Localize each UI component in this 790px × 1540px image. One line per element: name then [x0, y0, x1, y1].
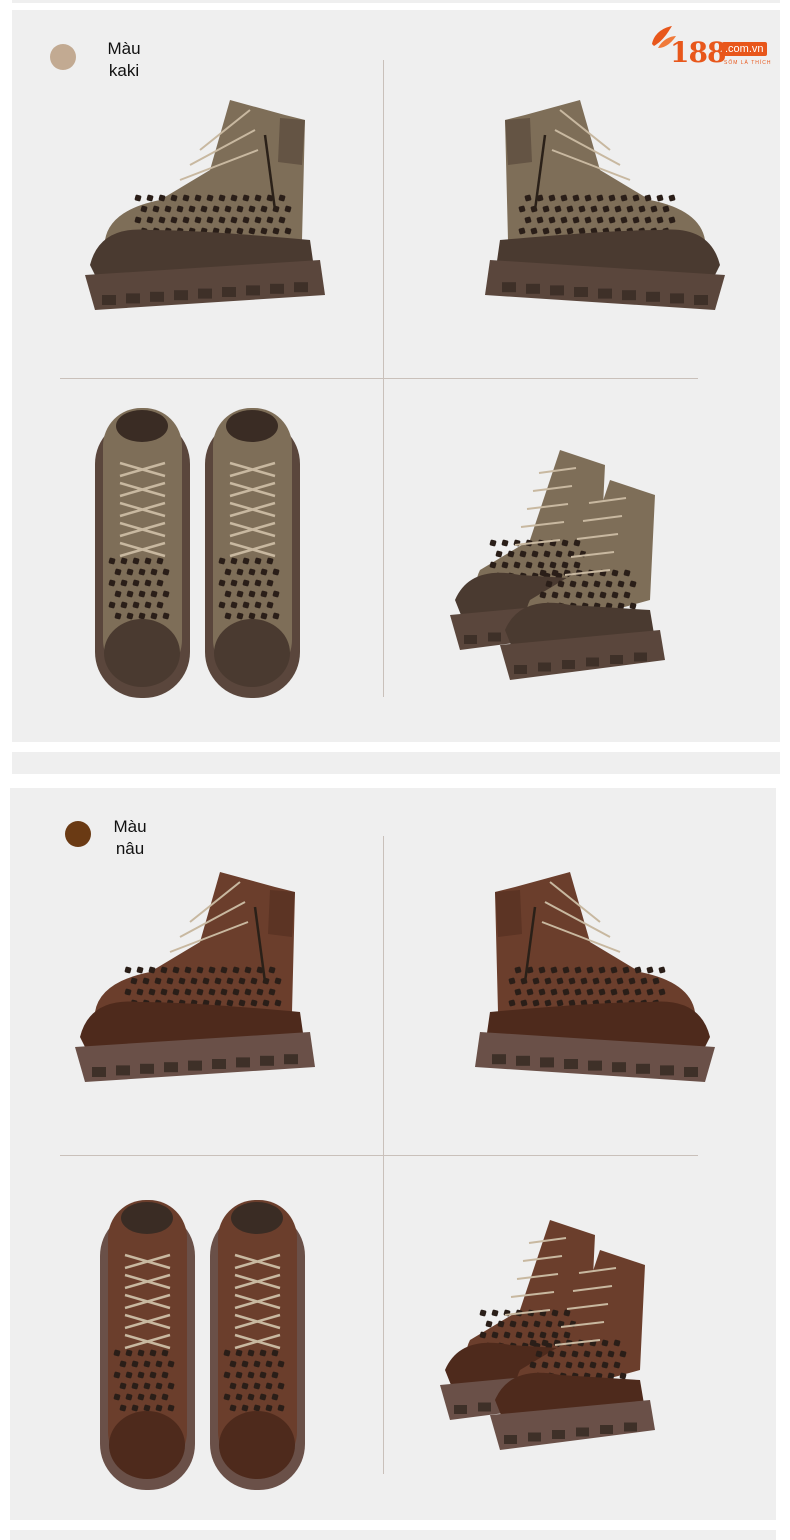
boot-image-kaki-side-left [450, 90, 730, 320]
boot-image-kaki-side-right [80, 90, 360, 320]
boot-illustration [95, 408, 300, 698]
boot-illustration [440, 1220, 655, 1450]
logo-number: 188 [670, 36, 726, 69]
grid-divider-horizontal [60, 378, 698, 379]
boot-illustration [75, 872, 315, 1082]
separator-strip [12, 752, 780, 774]
color-swatch-kaki[interactable] [50, 44, 76, 70]
color-swatch-nau[interactable] [65, 821, 91, 847]
grid-divider-horizontal [60, 1155, 698, 1156]
boot-illustration [100, 1200, 305, 1490]
boot-illustration [85, 100, 325, 310]
bottom-strip [10, 1530, 776, 1540]
boot-image-kaki-angle-pair [450, 440, 740, 690]
boot-illustration [475, 872, 715, 1082]
boot-image-nau-top-pair [100, 1200, 320, 1500]
logo-slogan: SỐM LÀ THÍCH [724, 60, 772, 66]
boot-image-nau-angle-pair [440, 1210, 730, 1460]
boot-illustration [485, 100, 725, 310]
boot-illustration [450, 450, 665, 680]
boot-image-nau-side-left [440, 862, 720, 1092]
color-label-kaki: Màu kaki [107, 39, 141, 80]
top-strip [12, 0, 780, 3]
brand-logo[interactable]: 188 .com.vn SỐM LÀ THÍCH [648, 22, 772, 74]
logo-domain: .com.vn [722, 42, 767, 56]
boot-image-nau-side-right [70, 862, 350, 1092]
color-label-nau: Màu nâu [113, 817, 147, 858]
boot-image-kaki-top-pair [95, 408, 315, 708]
